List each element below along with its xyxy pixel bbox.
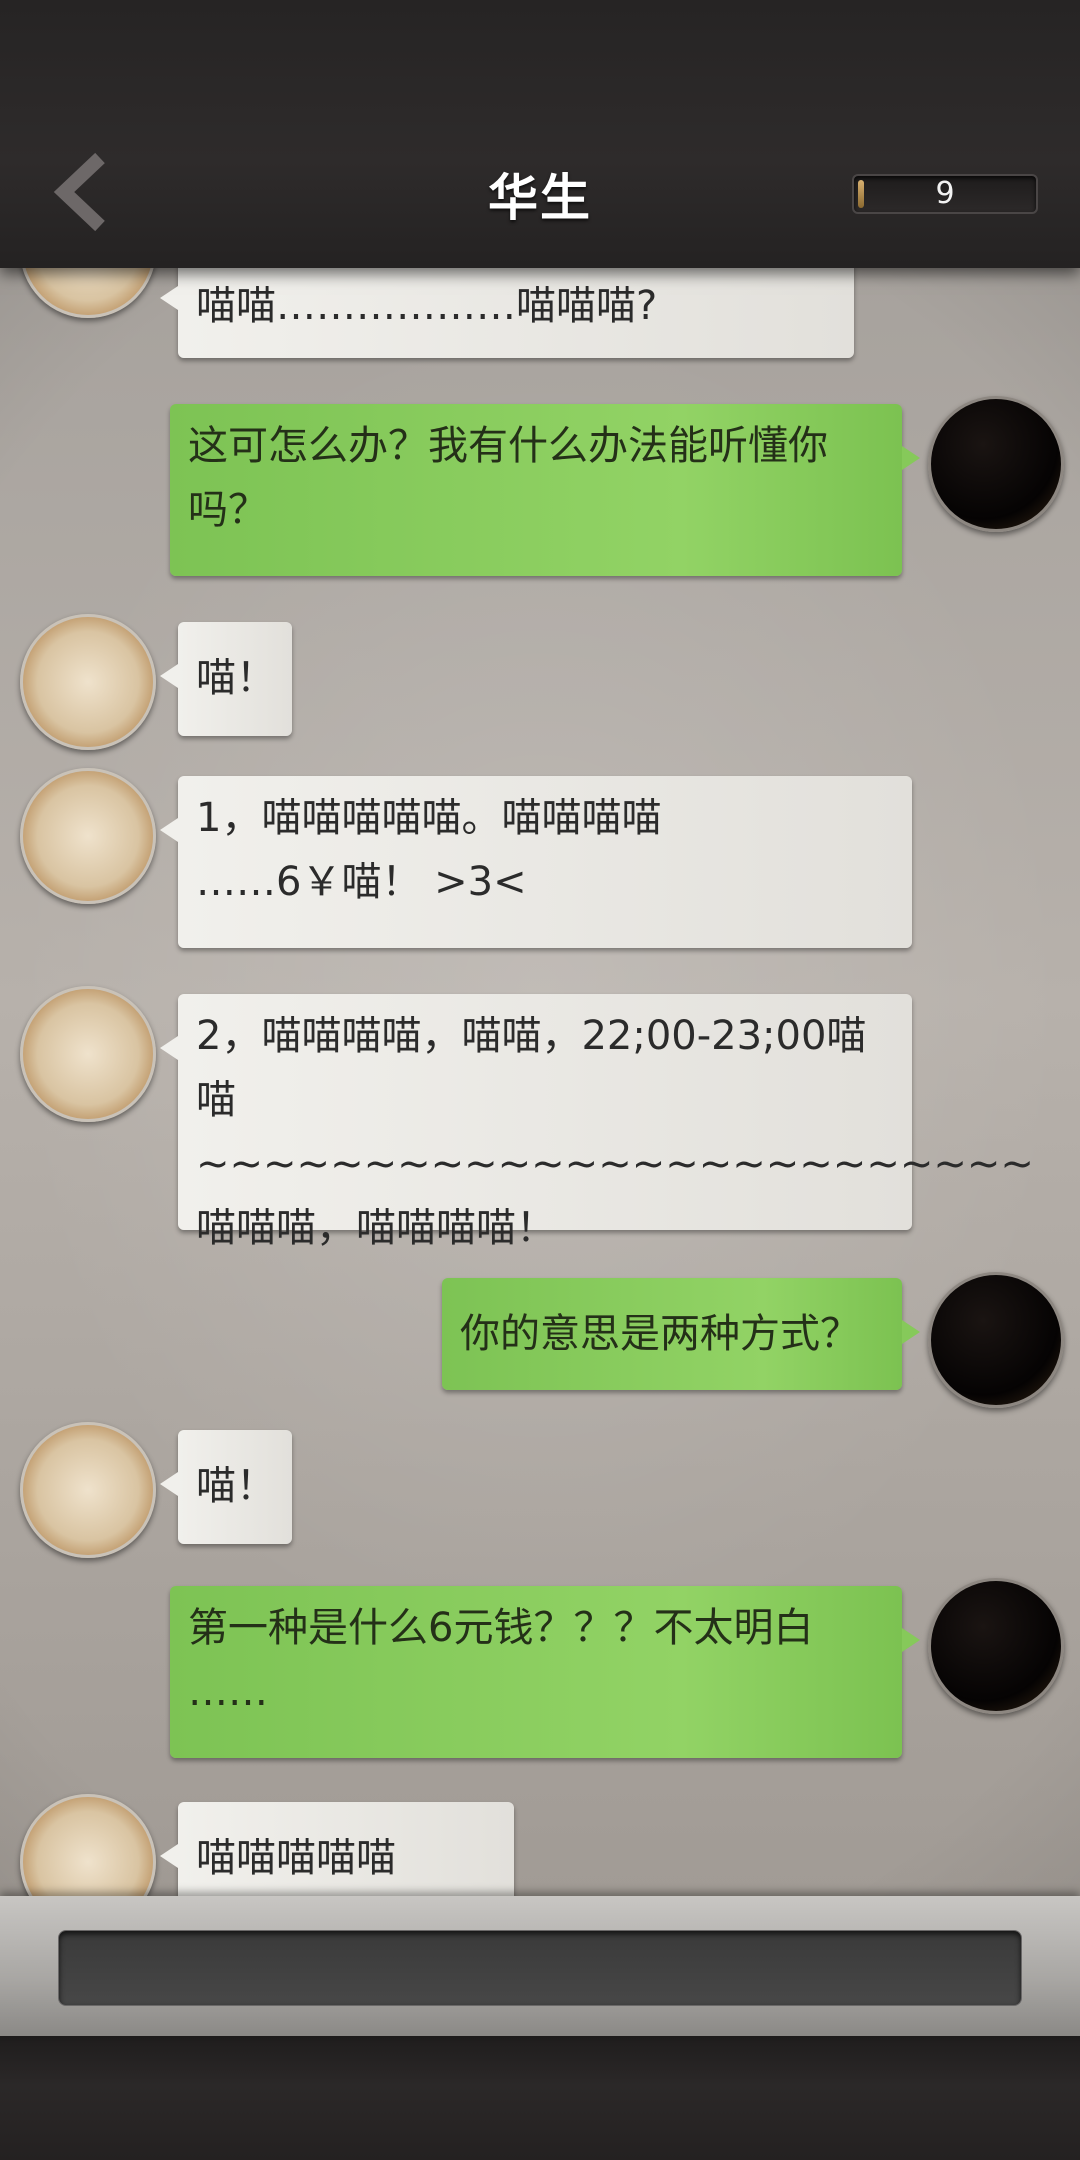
message-line: 这可怎么办？我有什么办法能听懂你 xyxy=(188,423,828,469)
message-bubble: 喵！ xyxy=(160,1430,292,1544)
message-line: 2，喵喵喵喵，喵喵，22;00-23;00喵 xyxy=(196,1013,867,1059)
top-bar: 华生 9 xyxy=(0,0,1080,268)
message-line: 吗？ xyxy=(188,487,268,533)
message-bubble: 第一种是什么6元钱？？？不太明白 …… xyxy=(170,1586,920,1758)
cat-avatar[interactable] xyxy=(20,768,156,904)
cat-avatar[interactable] xyxy=(20,1422,156,1558)
message-line: …… xyxy=(188,1669,268,1715)
message-line: 喵喵喵喵喵 ~3~ xyxy=(196,1835,396,1881)
message-line: 你的意思是两种方式？ xyxy=(460,1311,860,1357)
message-bubble: 你的意思是两种方式？ xyxy=(442,1278,920,1390)
message-line: 喵！ xyxy=(196,1463,276,1509)
message-bubble: 2，喵喵喵喵，喵喵，22;00-23;00喵 喵~~~~~~~~~~~~~~~~… xyxy=(160,994,1034,1251)
message-bubble: 1，喵喵喵喵喵。喵喵喵喵 ……6￥喵！ >3< xyxy=(160,776,912,948)
message-line: 喵喵喵，喵喵喵喵！ xyxy=(196,1205,556,1251)
message-bubble: 喵喵喵喵喵 ~3~ xyxy=(160,1802,514,1896)
message-line: 喵！ xyxy=(196,655,276,701)
counter-value: 9 xyxy=(935,176,955,211)
user-avatar[interactable] xyxy=(928,1272,1064,1408)
message-line: 1，喵喵喵喵喵。喵喵喵喵 xyxy=(196,795,662,841)
message-line: 第一种是什么6元钱？？？不太明白 xyxy=(188,1605,814,1651)
cat-avatar[interactable] xyxy=(20,986,156,1122)
cat-avatar[interactable] xyxy=(20,1794,156,1896)
counter-badge: 9 xyxy=(852,174,1038,214)
message-input[interactable] xyxy=(58,1930,1022,2006)
user-avatar[interactable] xyxy=(928,1578,1064,1714)
message-line: ……6￥喵！ >3< xyxy=(196,859,527,905)
bottom-bar xyxy=(0,2036,1080,2160)
message-bubble: 喵喵………………喵喵喵? xyxy=(160,268,854,358)
message-bubble: 喵！ xyxy=(160,622,292,736)
chat-area[interactable]: 喵喵………………喵喵喵? 这可怎么办？我有什么办法能听懂你 吗？ 喵！ 1，喵喵… xyxy=(0,268,1080,1896)
message-line: 喵~~~~~~~~~~~~~~~~~~~~~~~~~ xyxy=(196,1077,1034,1187)
cat-avatar[interactable] xyxy=(20,614,156,750)
input-bar xyxy=(0,1896,1080,2036)
message-line: 喵喵………………喵喵喵? xyxy=(196,283,658,329)
user-avatar[interactable] xyxy=(928,396,1064,532)
cat-avatar[interactable] xyxy=(20,268,156,318)
message-bubble: 这可怎么办？我有什么办法能听懂你 吗？ xyxy=(170,404,920,576)
